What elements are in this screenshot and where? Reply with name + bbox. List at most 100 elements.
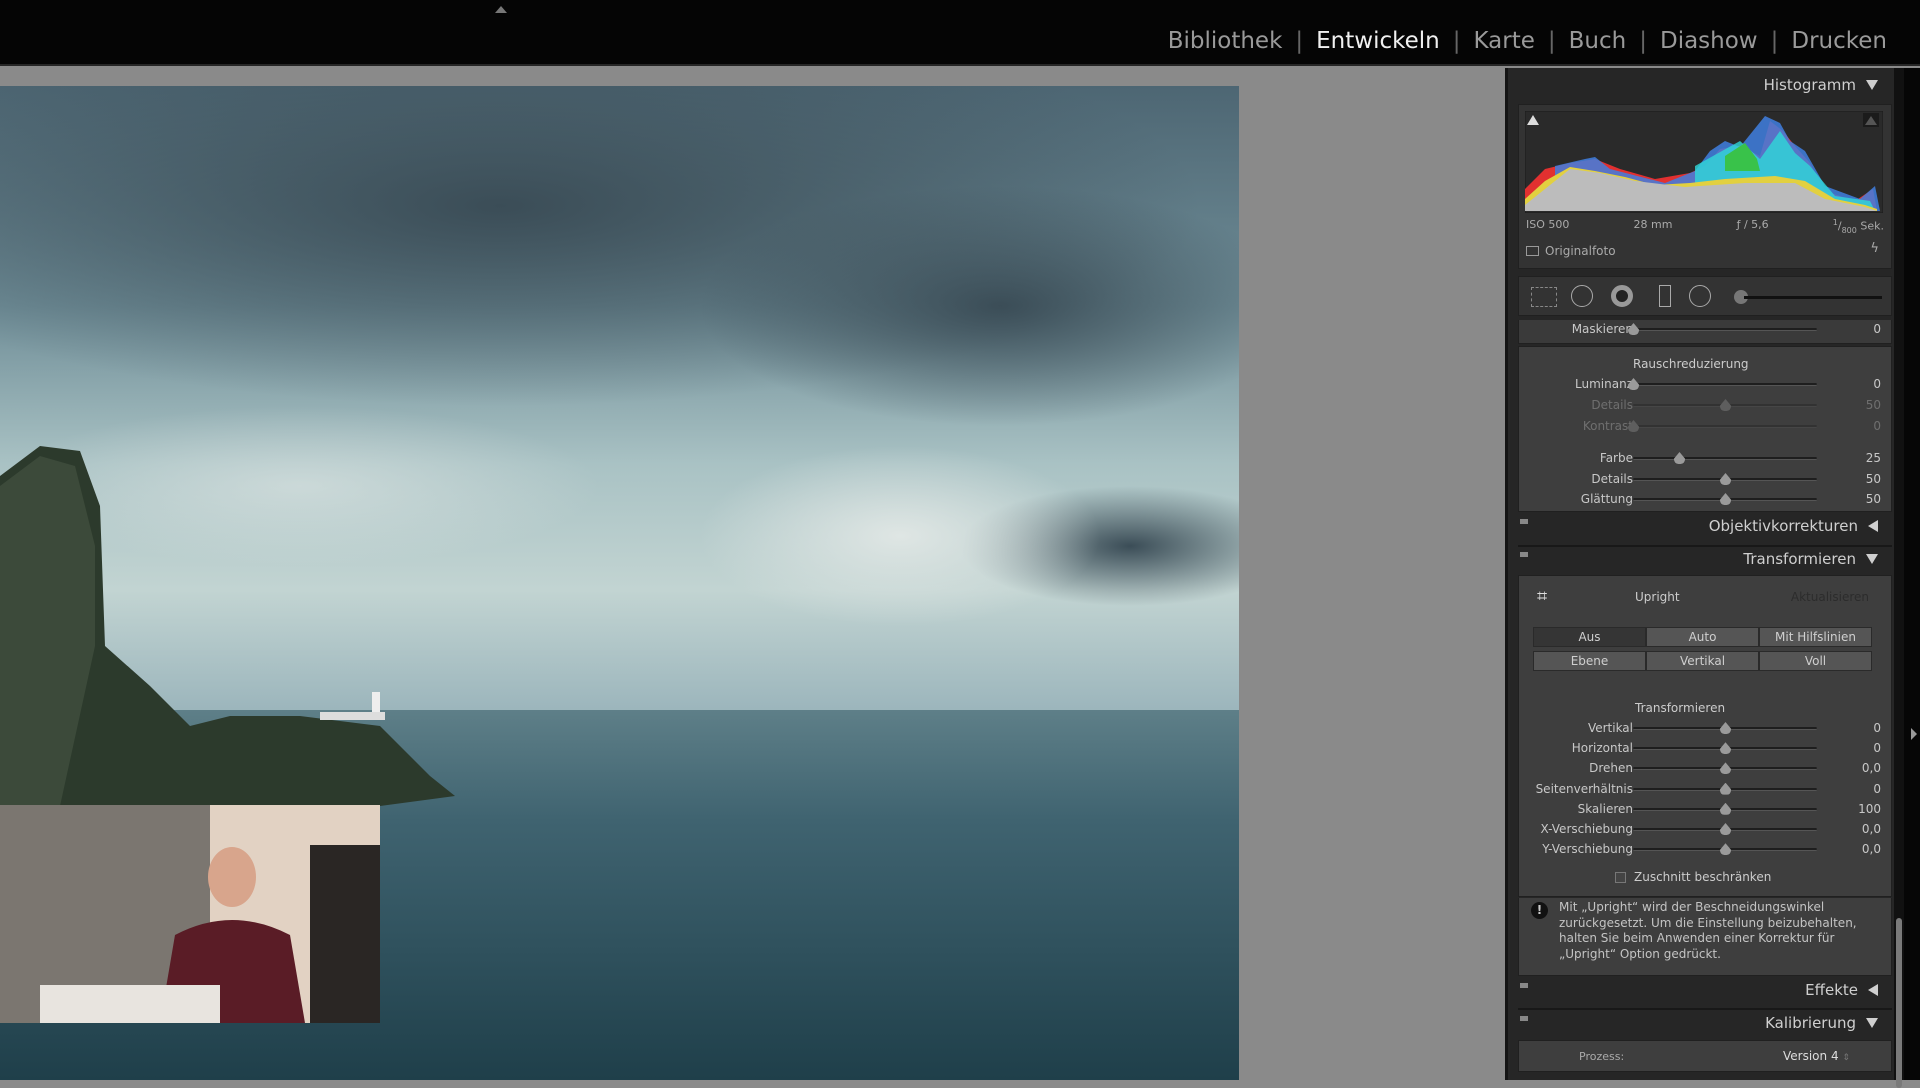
constrain-crop-toggle[interactable]: Zuschnitt beschränken [1615,870,1771,884]
masking-row: Maskieren 0 [1518,320,1892,344]
lens-corrections-header[interactable]: Objektivkorrekturen [1709,517,1878,535]
slider-value[interactable]: 0 [1831,741,1881,755]
panel-switch-icon[interactable] [1520,983,1528,988]
transform-header[interactable]: Transformieren [1743,550,1878,568]
panel-switch-icon[interactable] [1520,1016,1528,1021]
slider-thumb[interactable] [1720,762,1731,775]
crop-overlay-icon[interactable] [1531,287,1557,307]
slider-luminanz: Luminanz 0 [1519,377,1893,393]
aperture: ƒ / 5,6 [1736,218,1769,231]
slider-details: Details 50 [1519,398,1893,414]
radial-filter-icon[interactable] [1689,285,1711,307]
process-label: Prozess: [1579,1050,1625,1063]
slider-track[interactable] [1633,328,1817,331]
transform-section: ⌗ Upright Aktualisieren Aus Auto Mit Hilfs… [1518,575,1892,897]
module-bibliothek[interactable]: Bibliothek [1155,28,1296,54]
warning-icon: ! [1531,902,1548,919]
histogram-chart[interactable] [1525,111,1883,213]
panel-switch-icon[interactable] [1520,552,1528,557]
slider-y-verschiebung: Y-Verschiebung 0,0 [1519,842,1893,858]
slider-track[interactable] [1633,425,1817,428]
process-row: Prozess: Version 4 ⇕ [1518,1040,1892,1072]
module-separator: | [1452,28,1461,54]
checkbox[interactable] [1615,871,1626,883]
upright-ebene-button[interactable]: Ebene [1533,651,1646,671]
slider-thumb[interactable] [1720,782,1731,795]
slider-thumb[interactable] [1720,802,1731,815]
slider-value[interactable]: 0,0 [1831,761,1881,775]
red-eye-icon[interactable] [1611,285,1633,307]
upright-label: Upright [1635,590,1680,604]
slider-label: Details [1591,398,1633,412]
slider-track[interactable] [1633,457,1817,460]
upright-auto-button[interactable]: Auto [1646,627,1759,647]
collapse-top-panel-icon[interactable] [495,6,507,13]
exif-info: ISO 500 28 mm ƒ / 5,6 1/800 Sek. [1526,218,1884,235]
module-separator: | [1639,28,1647,54]
panel-scrollbar[interactable] [1894,68,1904,1088]
slider-thumb[interactable] [1720,742,1731,755]
slider-value[interactable]: 0,0 [1831,842,1881,856]
right-panel: Histogramm ISO 500 28 mm ƒ / 5,6 1/800 S… [1505,68,1900,1080]
upright-mit-hilfslinien-button[interactable]: Mit Hilfslinien [1759,627,1872,647]
slider-label: Luminanz [1575,377,1633,391]
module-diashow[interactable]: Diashow [1647,28,1771,54]
slider-value[interactable]: 0 [1831,782,1881,796]
slider-thumb[interactable] [1720,399,1731,411]
module-drucken[interactable]: Drucken [1778,28,1900,54]
process-select[interactable]: Version 4 ⇕ [1783,1049,1850,1063]
slider-thumb[interactable] [1720,493,1731,505]
panel-switch-icon[interactable] [1520,519,1528,524]
slider-horizontal: Horizontal 0 [1519,741,1893,757]
slider-thumb[interactable] [1720,823,1731,835]
slider-value[interactable]: 0,0 [1831,822,1881,836]
slider-value[interactable]: 0 [1831,377,1881,391]
slider-thumb[interactable] [1720,473,1731,485]
brush-slider[interactable] [1744,296,1882,299]
top-bar: Bibliothek | Entwickeln | Karte | Buch | Diashow… [0,0,1920,66]
calibration-header[interactable]: Kalibrierung [1765,1014,1878,1032]
module-separator: | [1295,28,1304,54]
upright-voll-button[interactable]: Voll [1759,651,1872,671]
histogram-header[interactable]: Histogramm [1764,76,1878,94]
slider-label: Details [1591,472,1633,486]
slider-value[interactable]: 0 [1831,721,1881,735]
checkbox[interactable] [1526,246,1539,256]
slider-value[interactable]: 0 [1831,419,1881,433]
slider-label: Farbe [1599,451,1633,465]
slider-label: Glättung [1580,492,1633,506]
slider-value[interactable]: 50 [1831,398,1881,412]
module-buch[interactable]: Buch [1556,28,1640,54]
slider-thumb[interactable] [1720,722,1731,734]
slider-maskieren: Maskieren 0 [1519,322,1893,338]
module-entwickeln[interactable]: Entwickeln [1303,28,1453,54]
slider-track[interactable] [1633,383,1817,386]
spot-removal-icon[interactable] [1571,285,1593,307]
slider-value[interactable]: 100 [1831,802,1881,816]
module-karte[interactable]: Karte [1460,28,1547,54]
graduated-filter-icon[interactable] [1659,285,1671,307]
upright-aus-button[interactable]: Aus [1533,627,1646,647]
collapse-right-panel-icon[interactable] [1911,728,1917,740]
slider-value[interactable]: 50 [1831,492,1881,506]
upright-info: ! Mit „Upright“ wird der Beschneidungswi… [1518,898,1892,976]
collapsed-triangle-icon [1868,984,1878,996]
scrollbar-thumb[interactable] [1896,918,1902,1088]
slider-value[interactable]: 25 [1831,451,1881,465]
slider-thumb[interactable] [1674,452,1685,464]
slider-drehen: Drehen 0,0 [1519,761,1893,777]
histogram-box: ISO 500 28 mm ƒ / 5,6 1/800 Sek. Origina… [1518,104,1892,269]
slider-value[interactable]: 0 [1831,322,1881,336]
noise-reduction-title: Rauschreduzierung [1633,357,1749,371]
slider-x-verschiebung: X-Verschiebung 0,0 [1519,822,1893,838]
focal-length: 28 mm [1633,218,1673,231]
original-photo-toggle[interactable]: Originalfoto [1526,244,1616,258]
upright-vertikal-button[interactable]: Vertikal [1646,651,1759,671]
guided-upright-tool-icon[interactable]: ⌗ [1537,586,1547,607]
slider-label: Drehen [1589,761,1633,776]
effects-header[interactable]: Effekte [1805,981,1878,999]
slider-thumb[interactable] [1720,843,1731,856]
slider-value[interactable]: 50 [1831,472,1881,486]
flash-icon: ϟ [1870,241,1879,256]
update-button[interactable]: Aktualisieren [1791,590,1869,604]
